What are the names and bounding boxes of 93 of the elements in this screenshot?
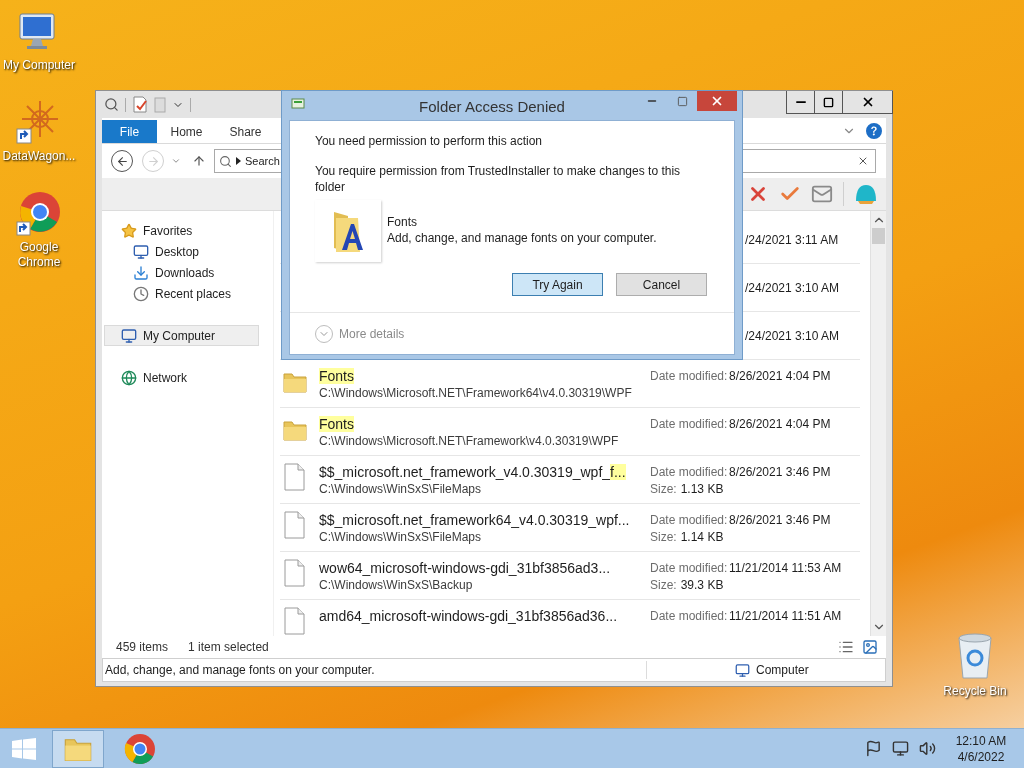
details-view-icon[interactable] (838, 639, 854, 655)
dialog-button[interactable]: Try Again (512, 273, 603, 296)
nav-item[interactable]: Favorites (104, 220, 259, 241)
file-icon (282, 559, 306, 587)
nav-item[interactable]: Recent places (104, 283, 259, 304)
chrome-icon (124, 732, 156, 765)
date-modified-value: 8/26/2021 3:46 PM (729, 464, 831, 481)
date-modified-label: Date modified: (650, 512, 729, 529)
folder-description: Add, change, and manage fonts on your computer. (387, 230, 657, 246)
location-label: Computer (756, 662, 809, 679)
result-path: C:\Windows\Microsoft.NET\Framework\v4.0.30319\WPF (319, 433, 619, 449)
date-modified-value: /24/2021 3:10 AM (745, 327, 840, 345)
network-status-icon[interactable] (892, 740, 909, 757)
result-path: C:\Windows\WinSxS\FileMaps (319, 529, 482, 545)
back-arrow-icon (115, 154, 129, 168)
desktop-icon-label: Recycle Bin (943, 684, 1007, 699)
date-modified-value: 11/21/2014 11:53 AM (729, 560, 842, 577)
dialog-message: You require permission from TrustedInstaller to make changes to this folder (315, 163, 682, 195)
maximize-icon (676, 95, 688, 107)
clock[interactable]: 12:10 AM 4/6/2022 (950, 732, 1012, 765)
recent-locations-icon[interactable] (171, 156, 181, 166)
result-path: C:\Windows\WinSxS\FileMaps (319, 481, 482, 497)
size-value: 1.13 KB (680, 481, 724, 498)
folder-name: Fonts (387, 214, 418, 230)
date-modified-label: Date modified: (650, 608, 729, 625)
up-button[interactable] (192, 154, 206, 168)
item-description: Add, change, and manage fonts on your computer. (103, 661, 647, 679)
ribbon-tab[interactable]: File (102, 120, 157, 143)
scrollbar-thumb[interactable] (872, 228, 885, 244)
dialog-app-icon (291, 98, 307, 112)
large-icons-view-icon[interactable] (862, 639, 878, 655)
recent-places-icon (133, 285, 149, 302)
search-icon (219, 154, 232, 168)
desktop-icon-label: My Computer (3, 58, 75, 73)
result-path: C:\Windows\Microsoft.NET\Framework64\v4.0.30319\WPF (319, 385, 632, 401)
network-icon (121, 369, 137, 386)
result-name[interactable]: Fonts (319, 367, 354, 385)
result-name[interactable]: wow64_microsoft-windows-gdi_31bf3856ad3... (319, 559, 611, 577)
size-value: 39.3 KB (680, 577, 724, 594)
result-name[interactable]: $$_microsoft.net_framework64_v4.0.30319_wpf... (319, 511, 630, 529)
item-count: 459 items (116, 639, 169, 656)
maximize-icon (823, 96, 834, 108)
date-modified-value: 8/26/2021 4:04 PM (729, 368, 831, 385)
result-name[interactable]: Fonts (319, 415, 354, 433)
date-modified-label: Date modified: (650, 416, 729, 433)
dialog-heading: You need permission to perform this action (315, 133, 543, 149)
date-modified-value: /24/2021 3:11 AM (745, 231, 839, 249)
size-label: Size: (650, 529, 678, 546)
nav-item[interactable]: Network (104, 367, 259, 388)
close-button[interactable] (697, 91, 737, 111)
date-modified-label: Date modified: (650, 560, 729, 577)
properties-icon[interactable] (132, 96, 148, 113)
chrome-shortcut-icon (16, 190, 62, 236)
date-modified-label: Date modified: (650, 368, 729, 385)
date-modified-value: 8/26/2021 3:46 PM (729, 512, 831, 529)
desktop-icon (133, 243, 149, 260)
ribbon-tab[interactable]: Share (216, 120, 275, 143)
download-folder-icon (133, 264, 149, 281)
result-path: C:\Windows\WinSxS\Backup (319, 577, 473, 593)
envelope-icon[interactable] (811, 183, 833, 205)
file-icon (282, 511, 306, 539)
file-icon (282, 463, 306, 491)
selection-count: 1 item selected (188, 639, 269, 656)
recycle-bin-icon (955, 632, 995, 680)
date-modified-label: Date modified: (650, 464, 729, 481)
size-label: Size: (650, 481, 678, 498)
desktop-icon-label: Google Chrome (16, 240, 62, 270)
dialog-button[interactable]: Cancel (616, 273, 707, 296)
date-modified-value: 8/26/2021 4:04 PM (729, 416, 831, 433)
size-label: Size: (650, 577, 678, 594)
nav-item[interactable]: Downloads (104, 262, 259, 283)
more-details-link[interactable]: More details (339, 324, 405, 343)
dialog-title: Folder Access Denied (418, 97, 566, 117)
desktop-icon-label: DataWagon... (2, 149, 76, 164)
help-icon[interactable] (866, 123, 882, 139)
date-modified-value: 11/21/2014 11:51 AM (729, 608, 842, 625)
forward-arrow-icon (146, 154, 160, 168)
size-value: 1.14 KB (680, 529, 724, 546)
result-name[interactable]: $$_microsoft.net_framework_v4.0.30319_wpf_f... (319, 463, 626, 481)
computer-icon (735, 662, 750, 678)
computer-icon (121, 327, 137, 344)
star-icon (121, 222, 137, 239)
clear-search-icon (857, 155, 869, 167)
breadcrumb-arrow-icon (236, 157, 241, 165)
date-modified-value: /24/2021 3:10 AM (745, 279, 840, 297)
nav-item[interactable]: My Computer (104, 325, 259, 346)
ribbon-tab[interactable]: Home (157, 120, 216, 143)
nav-item[interactable]: Desktop (104, 241, 259, 262)
result-name[interactable]: amd64_microsoft-windows-gdi_31bf3856ad36... (319, 607, 618, 625)
search-icon[interactable] (104, 97, 119, 112)
close-icon (710, 94, 724, 108)
windows-logo-icon (12, 737, 36, 760)
action-center-icon[interactable] (865, 740, 882, 757)
